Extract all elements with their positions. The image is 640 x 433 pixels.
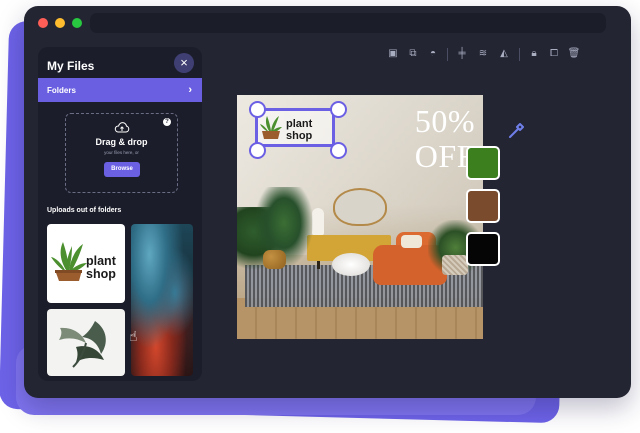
hand-pointer-icon: ☝ — [129, 328, 138, 344]
canvas-lamp — [312, 208, 324, 235]
flip-icon[interactable]: ◭ — [497, 47, 511, 61]
browse-button[interactable]: Browse — [104, 162, 140, 177]
close-icon[interactable]: × — [174, 53, 194, 73]
sideboard-leg — [317, 261, 320, 269]
folders-row[interactable]: Folders › — [38, 78, 202, 102]
trash-icon[interactable]: 🗑︎ — [567, 47, 581, 61]
canvas-plant-pot — [263, 250, 286, 269]
toolbar-divider — [447, 48, 448, 61]
resize-handle-top-right[interactable] — [330, 101, 347, 118]
chevron-right-icon: › — [188, 84, 192, 96]
selected-logo-element[interactable]: plant shop — [255, 108, 335, 147]
window-maximize-button[interactable] — [72, 18, 82, 28]
drop-zone-title: Drag & drop — [95, 137, 148, 147]
eyedropper-icon[interactable] — [507, 120, 527, 140]
align-icon[interactable]: ▣ — [386, 47, 400, 61]
files-sidebar: My Files × Folders › ? Drag & drop your … — [38, 47, 202, 381]
color-swatch-black[interactable] — [466, 232, 500, 266]
thumbnail-plant-logo[interactable]: plant shop — [47, 224, 125, 303]
duplicate-icon[interactable]: ⧠ — [547, 47, 561, 61]
group-icon[interactable]: ⧉ — [406, 47, 420, 61]
plant-logo-icon: plant shop — [51, 242, 117, 281]
cloud-upload-icon — [114, 122, 130, 133]
canvas-ottoman — [332, 253, 370, 276]
canvas-mirror — [333, 188, 387, 226]
drop-zone[interactable]: ? Drag & drop your files here, or Browse — [65, 113, 178, 193]
resize-handle-bottom-right[interactable] — [330, 142, 347, 159]
color-swatch-brown[interactable] — [466, 189, 500, 223]
leaf-photo-icon — [59, 321, 106, 368]
thumb-logo-line1: plant — [86, 254, 117, 268]
lock-icon[interactable]: 🔒︎ — [527, 47, 541, 61]
plant-logo-icon: plant shop — [260, 116, 313, 142]
window-close-button[interactable] — [38, 18, 48, 28]
canvas-pillow — [401, 235, 422, 248]
folders-label: Folders — [47, 86, 76, 95]
uploads-title: Uploads out of folders — [47, 207, 122, 214]
promo-line-2: OFF — [414, 138, 475, 174]
resize-handle-top-left[interactable] — [249, 101, 266, 118]
address-bar[interactable] — [90, 13, 606, 33]
promo-line-1: 50% — [414, 103, 475, 139]
resize-handle-bottom-left[interactable] — [249, 142, 266, 159]
promo-text[interactable]: 50% OFF — [385, 104, 475, 174]
help-icon[interactable]: ? — [163, 118, 171, 126]
fill-icon[interactable]: ◓ — [426, 47, 440, 61]
canvas-logo-line1: plant — [286, 118, 313, 130]
distribute-icon[interactable]: ╪ — [455, 47, 469, 61]
thumbnail-leaf-photo[interactable] — [47, 309, 125, 376]
sidebar-title: My Files — [47, 59, 95, 73]
thumbnail-abstract-texture[interactable] — [131, 224, 193, 376]
canvas-basket — [442, 255, 468, 275]
layers-icon[interactable]: ≋ — [476, 47, 490, 61]
window-minimize-button[interactable] — [55, 18, 65, 28]
toolbar-divider — [519, 48, 520, 61]
color-swatch-green[interactable] — [466, 146, 500, 180]
thumb-logo-line2: shop — [86, 267, 116, 281]
design-canvas[interactable]: 50% OFF plant shop — [237, 95, 483, 339]
drop-zone-subtitle: your files here, or — [104, 150, 139, 155]
canvas-logo-line2: shop — [286, 130, 313, 142]
app-window: My Files × Folders › ? Drag & drop your … — [24, 6, 631, 398]
